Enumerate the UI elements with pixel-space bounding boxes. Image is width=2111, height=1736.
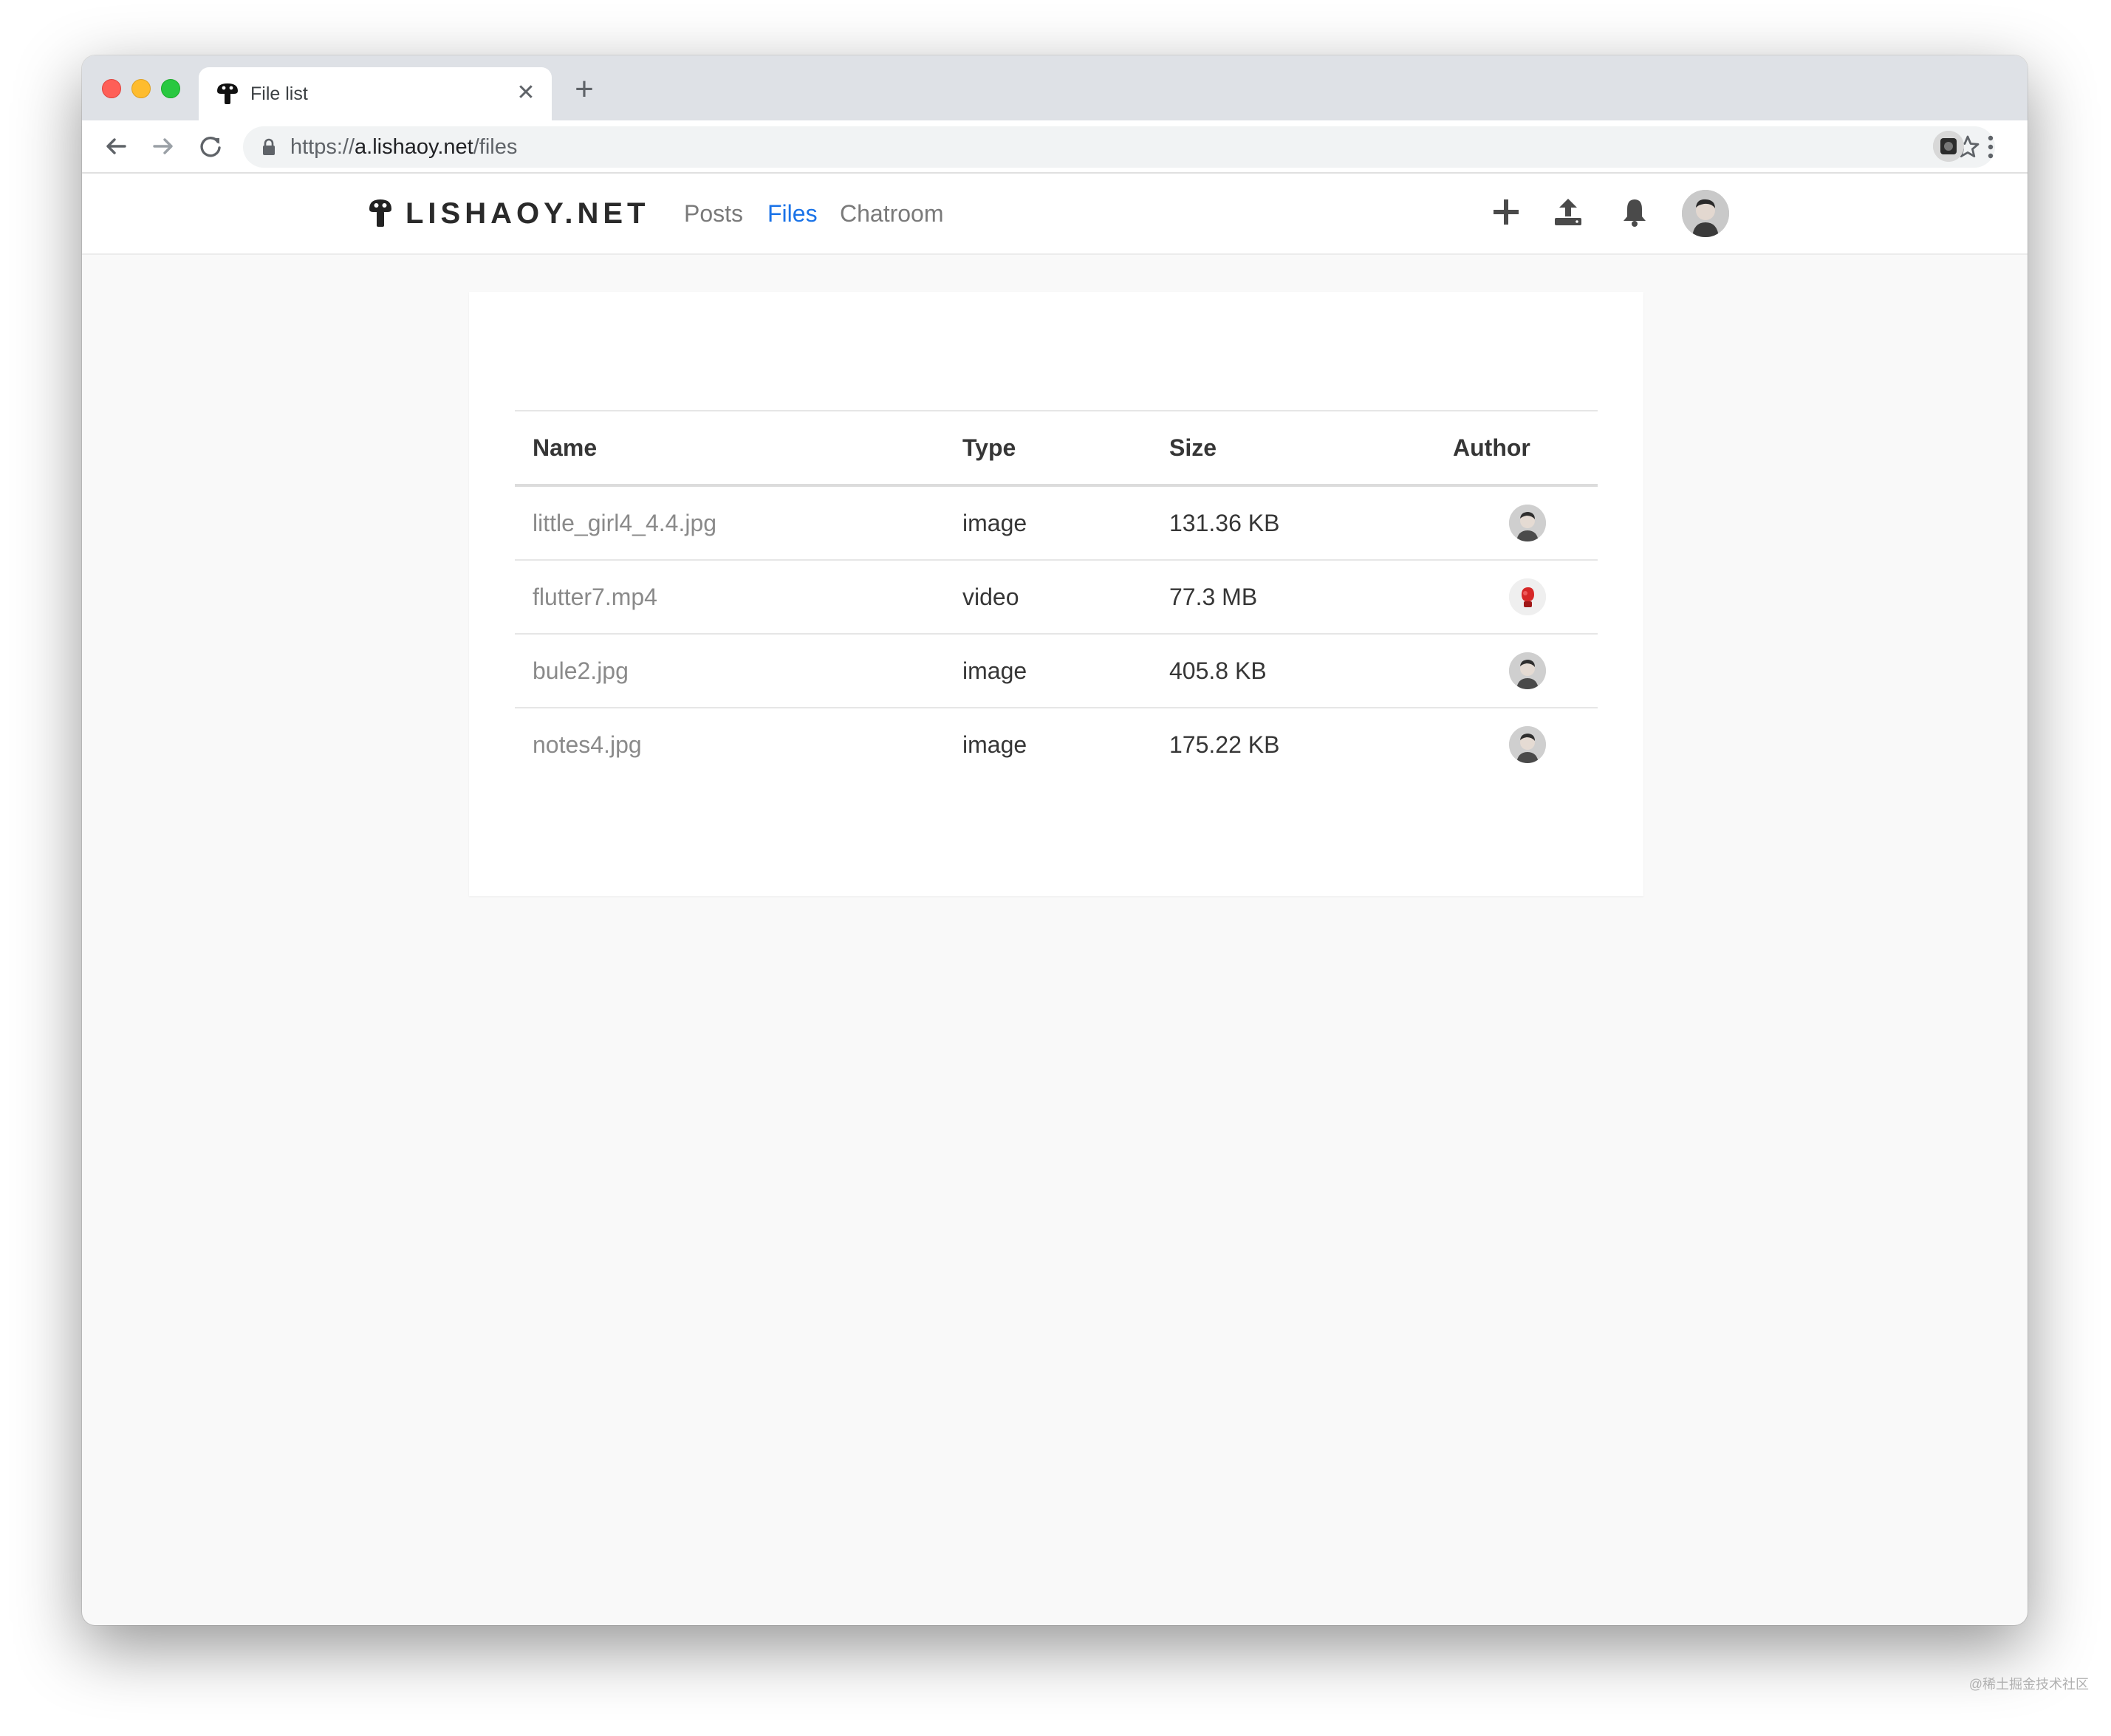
file-size: 131.36 KB — [1152, 485, 1435, 561]
column-header-name: Name — [515, 410, 945, 487]
file-type: image — [962, 731, 1027, 758]
file-name-link[interactable]: notes4.jpg — [515, 708, 945, 781]
column-header-author: Author — [1435, 410, 1598, 487]
url-text[interactable]: https://a.lishaoy.net/files — [290, 135, 517, 159]
browser-toolbar: https://a.lishaoy.net/files — [82, 120, 2028, 174]
table-row: notes4.jpg image 175.22 KB — [515, 708, 1598, 781]
man-avatar-icon[interactable] — [1509, 726, 1546, 763]
man-avatar-icon[interactable] — [1509, 652, 1546, 689]
browser-menu-icon[interactable] — [1982, 131, 1999, 163]
url-scheme: https:// — [290, 135, 355, 159]
url-host: a.lishaoy.net — [355, 135, 473, 159]
reload-icon[interactable] — [194, 130, 227, 163]
close-window-button[interactable] — [102, 79, 121, 98]
browser-window: File list ✕ + https://a.lishaoy.net/file… — [82, 55, 2028, 1625]
profile-photo-icon — [1933, 131, 1964, 162]
file-type: image — [945, 634, 1152, 708]
file-size: 405.8 KB — [1152, 634, 1435, 708]
man-avatar-icon[interactable] — [1509, 505, 1546, 541]
file-name-link[interactable]: bule2.jpg — [515, 634, 945, 708]
tab-file-list[interactable]: File list ✕ — [199, 67, 552, 120]
back-arrow-icon[interactable] — [100, 130, 132, 163]
minimize-window-button[interactable] — [131, 79, 151, 98]
file-name-link[interactable]: little_girl4_4.4.jpg — [515, 485, 945, 561]
file-author — [1435, 634, 1598, 708]
nav-posts[interactable]: Posts — [684, 199, 743, 228]
upload-icon[interactable] — [1552, 196, 1584, 228]
file-size: 77.3 MB — [1152, 560, 1435, 635]
boxing-glove-avatar-icon[interactable] — [1509, 578, 1546, 615]
url-path: /files — [473, 135, 518, 159]
file-size: 175.22 KB — [1169, 731, 1280, 758]
site-logo-text[interactable]: LISHAOY.NET — [406, 196, 649, 231]
table-row: flutter7.mp4 video 77.3 MB — [515, 560, 1598, 635]
column-header-type: Type — [945, 410, 1152, 487]
maximize-window-button[interactable] — [161, 79, 180, 98]
tab-title: File list — [250, 83, 308, 104]
forward-arrow-icon[interactable] — [147, 130, 179, 163]
bell-icon[interactable] — [1618, 196, 1651, 228]
user-photo-icon — [1682, 190, 1729, 237]
file-author — [1435, 560, 1598, 635]
watermark-text: @稀土掘金技术社区 — [1968, 1677, 2089, 1692]
site-logo-icon[interactable] — [368, 197, 393, 228]
mushroom-logo-icon — [217, 83, 238, 104]
tab-strip: File list ✕ + — [82, 55, 2028, 120]
user-avatar[interactable] — [1682, 190, 1729, 237]
file-author — [1435, 485, 1598, 561]
table-row: little_girl4_4.4.jpg image 131.36 KB — [515, 485, 1598, 561]
lock-icon[interactable] — [261, 138, 277, 156]
file-type: video — [945, 560, 1152, 635]
browser-profile-avatar[interactable] — [1933, 131, 1964, 162]
table-header-row: Name Type Size Author — [515, 410, 1598, 487]
site-header: LISHAOY.NET Posts Files Chatroom — [82, 174, 2028, 255]
table-row: bule2.jpg image 405.8 KB — [515, 634, 1598, 708]
file-author — [1435, 708, 1598, 781]
address-bar[interactable]: https://a.lishaoy.net/files — [243, 126, 1995, 168]
nav-chatroom[interactable]: Chatroom — [840, 199, 944, 228]
file-table: Name Type Size Author little_girl4_4.4.j… — [515, 410, 1598, 781]
new-tab-icon[interactable]: + — [569, 73, 599, 106]
column-header-size: Size — [1152, 410, 1435, 487]
nav-files[interactable]: Files — [767, 199, 818, 228]
plus-icon[interactable] — [1490, 196, 1522, 228]
file-list-card: Name Type Size Author little_girl4_4.4.j… — [469, 292, 1643, 896]
close-tab-icon[interactable]: ✕ — [513, 81, 538, 106]
file-type: image — [945, 485, 1152, 561]
file-name-link[interactable]: flutter7.mp4 — [515, 560, 945, 635]
